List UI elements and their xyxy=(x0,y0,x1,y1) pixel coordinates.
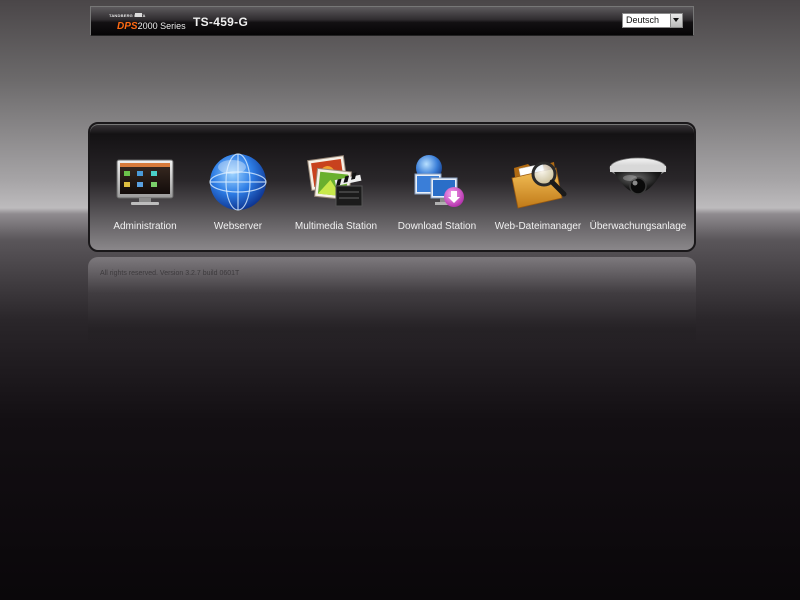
folder-search-icon xyxy=(511,161,567,209)
app-webserver[interactable]: Webserver xyxy=(188,152,288,236)
language-select[interactable]: Deutsch xyxy=(622,13,683,28)
language-selected-value: Deutsch xyxy=(626,15,660,25)
camera-icon xyxy=(609,157,667,195)
copyright-text: All rights reserved. Version 3.2.7 build… xyxy=(100,270,240,277)
model-name: TS-459-G xyxy=(193,15,249,29)
download-icon xyxy=(414,155,464,207)
brand-mark-icon xyxy=(135,13,142,17)
brand-logo: TANDBERG DATA DPS2000 Series xyxy=(109,13,189,33)
app-web-dateimanager[interactable]: Web-Dateimanager xyxy=(488,152,588,236)
brand-series-code: DPS xyxy=(117,21,138,32)
app-download-station[interactable]: Download Station xyxy=(387,152,487,236)
globe-icon xyxy=(209,153,267,211)
brand-series-line: DPS2000 Series xyxy=(117,21,186,32)
chevron-down-icon[interactable] xyxy=(670,14,682,27)
app-label: Überwachungsanlage xyxy=(589,221,687,232)
app-multimedia-station[interactable]: Multimedia Station xyxy=(286,152,386,236)
monitor-icon xyxy=(116,159,174,205)
app-launcher-panel: Administration Webserver Multimedia Stat… xyxy=(88,122,696,252)
app-ueberwachungsanlage[interactable]: Überwachungsanlage xyxy=(588,152,688,236)
media-icon xyxy=(307,155,363,207)
brand-series-name: 2000 Series xyxy=(137,21,186,31)
top-bar: TANDBERG DATA DPS2000 Series TS-459-G De… xyxy=(90,6,694,36)
footer-panel: All rights reserved. Version 3.2.7 build… xyxy=(88,257,696,347)
